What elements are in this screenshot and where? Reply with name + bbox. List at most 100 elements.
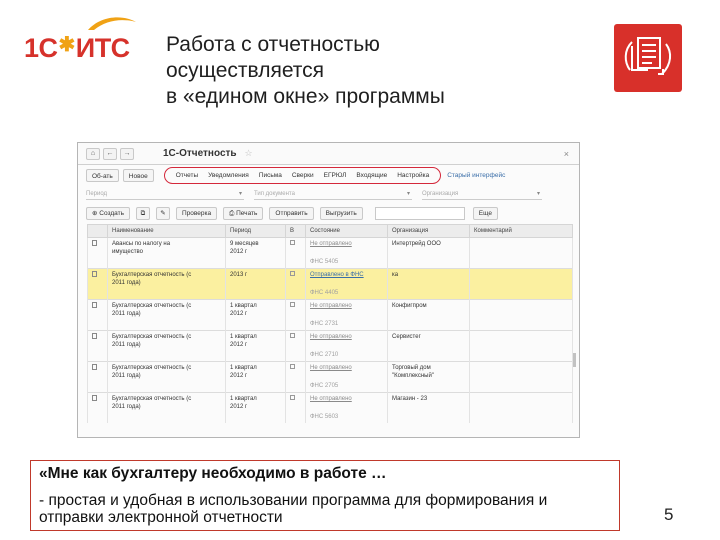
row-period: 1 квартал 2012 г (225, 330, 286, 351)
row-checkbox[interactable] (285, 299, 306, 320)
title-line-1: Работа с отчетностью (166, 33, 380, 56)
slide-title: Работа с отчетностью осуществляется в «е… (166, 32, 586, 110)
checkbox-icon[interactable] (290, 302, 295, 307)
table-row[interactable]: Бухгалтерская отчетность (с 2011 года) 1 к… (87, 299, 573, 320)
quote-line-1: «Мне как бухгалтеру необходимо в работе … (39, 465, 387, 482)
edit-icon[interactable]: ✎ (155, 206, 170, 220)
row-tax-office: ФНС 2705 (305, 382, 388, 393)
row-state[interactable]: Не отправлено (305, 361, 388, 382)
tab-reconciliations[interactable]: Сверки (287, 169, 319, 182)
table-row[interactable]: Бухгалтерская отчетность (с 2011 года) 1 к… (87, 361, 573, 382)
checkbox-icon[interactable] (290, 395, 295, 400)
tab-notifications[interactable]: Уведомления (203, 169, 254, 182)
back-arrow-icon[interactable]: ← (103, 147, 117, 160)
document-icon (92, 240, 97, 246)
document-icon (92, 333, 97, 339)
col-state[interactable]: Состояние (305, 224, 388, 238)
col-icon (87, 224, 108, 238)
tab-incoming[interactable]: Входящие (351, 169, 392, 182)
scrollbar[interactable] (573, 353, 576, 367)
row-period: 1 квартал 2012 г (225, 392, 286, 413)
col-v[interactable]: В (285, 224, 306, 238)
row-checkbox[interactable] (285, 361, 306, 382)
home-icon[interactable]: ⌂ (86, 147, 100, 160)
filter-organization[interactable]: Организация ▾ (422, 189, 542, 200)
checkbox-icon[interactable] (290, 364, 295, 369)
row-tax-office: ФНС 2731 (305, 320, 388, 331)
row-period: 1 квартал 2012 г (225, 299, 286, 320)
row-checkbox[interactable] (285, 392, 306, 413)
row-tax-office: ФНС 5405 (305, 258, 388, 269)
table-row-detail: ФНС 2731 (87, 320, 573, 331)
send-button[interactable]: Отправить (269, 206, 314, 220)
section-tabs: Отчеты Уведомления Письма Сверки ЕГРЮЛ В… (163, 167, 442, 184)
row-name: Бухгалтерская отчетность (с 2011 года) (107, 299, 226, 320)
row-name: Бухгалтерская отчетность (с 2011 года) (107, 361, 226, 382)
tab-settings[interactable]: Настройка (392, 169, 434, 182)
document-icon (92, 364, 97, 370)
title-line-2: осуществляется (166, 59, 325, 82)
close-icon[interactable]: × (564, 149, 569, 159)
print-button[interactable]: ⎙ Печать (223, 206, 264, 220)
app-titlebar: ⌂ ← → 1С-Отчетность ☆ × (78, 143, 579, 165)
row-comment (469, 268, 573, 289)
row-comment (469, 330, 573, 351)
tab-letters[interactable]: Письма (254, 169, 287, 182)
filter-row: Период ▾ Тип документа ▾ Организация ▾ (78, 186, 579, 202)
checkbox-icon[interactable] (290, 333, 295, 338)
col-organization[interactable]: Организация (387, 224, 470, 238)
row-name: Бухгалтерская отчетность (с 2011 года) (107, 330, 226, 351)
row-checkbox[interactable] (285, 237, 306, 258)
search-input[interactable] (374, 206, 465, 220)
filter-period[interactable]: Период ▾ (86, 189, 244, 200)
favorite-star-icon[interactable]: ☆ (245, 148, 253, 159)
create-button[interactable]: ⊕ Создать (86, 206, 130, 220)
row-checkbox[interactable] (285, 330, 306, 351)
row-organization: Сервистег (387, 330, 470, 351)
row-state[interactable]: Отправлено в ФНС (305, 268, 388, 289)
row-organization: Интертрейд ООО (387, 237, 470, 258)
table-row[interactable]: Авансы по налогу на имущество 9 месяцев 201… (87, 237, 573, 258)
reports-table: Наименование Период В Состояние Организа… (87, 224, 573, 423)
copy-icon[interactable]: ⧉ (135, 206, 150, 220)
row-tax-office: ФНС 2710 (305, 351, 388, 362)
logo-text: 1С✱ИТС (24, 33, 130, 63)
table-row-detail: ФНС 2710 (87, 351, 573, 362)
table-row[interactable]: Бухгалтерская отчетность (с 2011 года) 1 к… (87, 392, 573, 413)
row-doc-icon (87, 299, 108, 320)
row-comment (469, 237, 573, 258)
check-button[interactable]: Проверка (175, 206, 218, 220)
table-row-detail: ФНС 5405 (87, 258, 573, 269)
checkbox-icon[interactable] (290, 240, 295, 245)
row-doc-icon (87, 392, 108, 413)
row-organization: Магазин - 23 (387, 392, 470, 413)
more-button[interactable]: Еще (472, 206, 499, 220)
col-period[interactable]: Период (225, 224, 286, 238)
app-window: ⌂ ← → 1С-Отчетность ☆ × Об-ать Новое Отч… (77, 142, 580, 438)
document-icon (92, 395, 97, 401)
quote-box: «Мне как бухгалтеру необходимо в работе … (30, 460, 620, 531)
refresh-button[interactable]: Об-ать (86, 169, 119, 182)
row-organization: Торговый дом "Комплексный" (387, 361, 470, 382)
row-doc-icon (87, 361, 108, 382)
tab-egrul[interactable]: ЕГРЮЛ (319, 169, 352, 182)
toolbar: ⊕ Создать ⧉ ✎ Проверка ⎙ Печать Отправит… (78, 202, 579, 224)
table-row[interactable]: Бухгалтерская отчетность (с 2011 года) 1 к… (87, 330, 573, 351)
row-state[interactable]: Не отправлено (305, 299, 388, 320)
row-period: 2013 г (225, 268, 286, 289)
col-name[interactable]: Наименование (107, 224, 226, 238)
row-state[interactable]: Не отправлено (305, 330, 388, 351)
forward-arrow-icon[interactable]: → (120, 147, 134, 160)
row-state[interactable]: Не отправлено (305, 237, 388, 258)
row-checkbox[interactable] (285, 268, 306, 289)
col-comment[interactable]: Комментарий (469, 224, 573, 238)
new-button[interactable]: Новое (122, 169, 154, 182)
filter-doc-type[interactable]: Тип документа ▾ (254, 189, 412, 200)
row-state[interactable]: Не отправлено (305, 392, 388, 413)
tab-reports[interactable]: Отчеты (171, 169, 203, 182)
old-interface-link[interactable]: Старый интерфейс (447, 172, 505, 179)
table-row-detail: ФНС 5603 (87, 413, 573, 423)
table-row[interactable]: Бухгалтерская отчетность (с 2011 года) 201… (87, 268, 573, 289)
checkbox-icon[interactable] (290, 271, 295, 276)
export-button[interactable]: Выгрузить (319, 206, 363, 220)
